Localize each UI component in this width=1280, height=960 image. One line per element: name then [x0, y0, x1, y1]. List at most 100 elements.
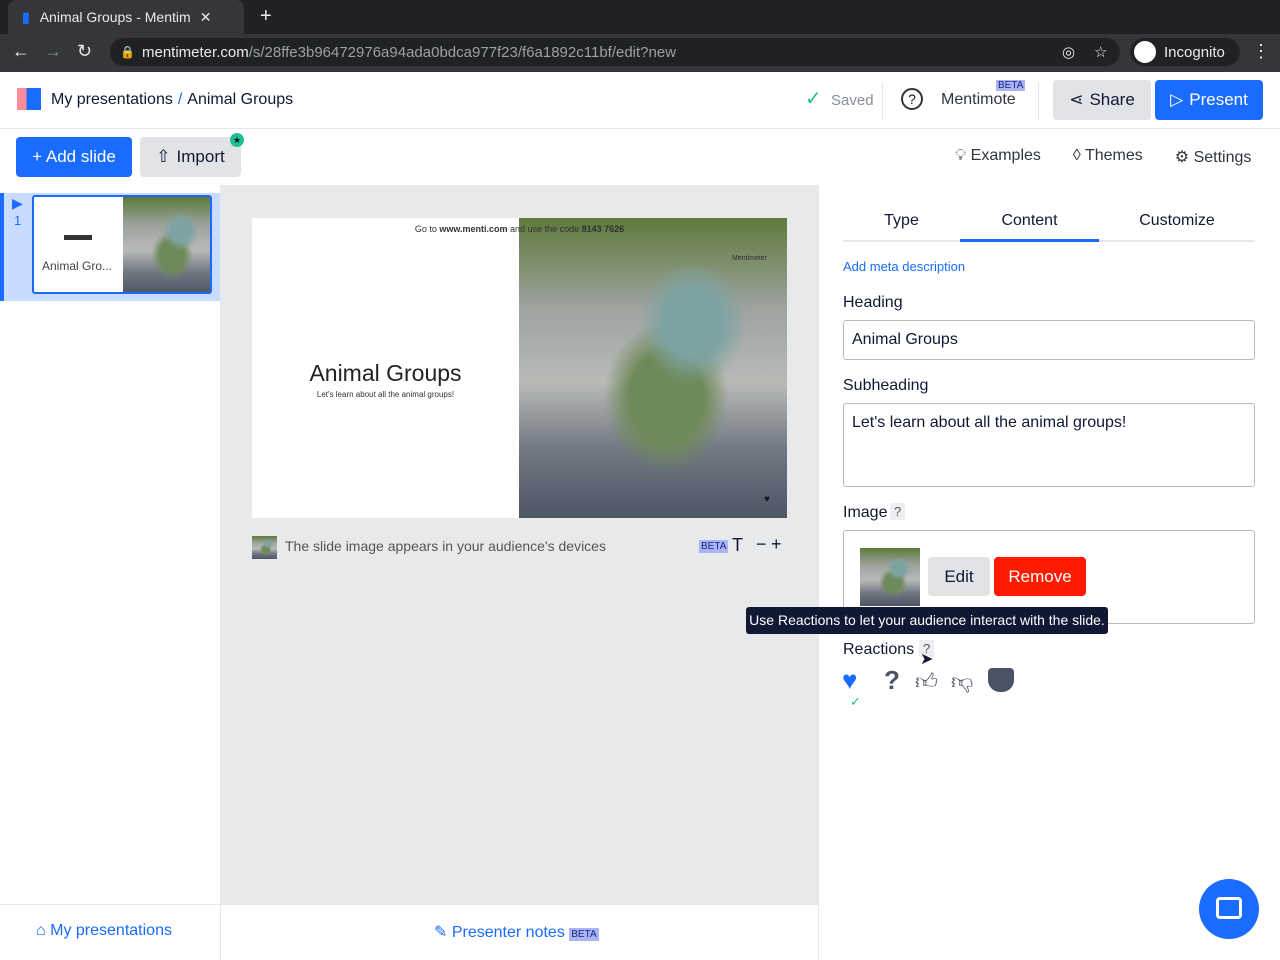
join-instructions: Go to www.menti.com and use the code 814…	[414, 224, 625, 234]
examples-label: Examples	[970, 147, 1041, 164]
back-icon[interactable]: ←	[12, 41, 30, 62]
add-slide-label: + Add slide	[32, 147, 116, 166]
image-help-icon[interactable]: ?	[890, 503, 906, 520]
reload-icon[interactable]: ↻	[77, 41, 92, 62]
tab-customize[interactable]: Customize	[1099, 212, 1255, 230]
pencil-icon: ✎	[434, 924, 448, 941]
beta-badge: BETA	[569, 928, 599, 941]
subheading-value: Let's learn about all the animal groups!	[852, 414, 1127, 431]
tab-title: Animal Groups - Mentimeter	[39, 9, 190, 25]
bookmark-star-icon[interactable]: ☆	[1094, 43, 1107, 61]
url-path: /s/28ffe3b96472976a94ada0bdca977f23/f6a1…	[248, 43, 677, 61]
url-input[interactable]: 🔒 mentimeter.com/s/28ffe3b96472976a94ada…	[110, 38, 1120, 66]
settings-button[interactable]: ⚙ Settings	[1175, 147, 1252, 167]
browser-tab[interactable]: ▮ Animal Groups - Mentimeter ✕	[8, 0, 244, 34]
add-slide-button[interactable]: + Add slide	[16, 137, 132, 177]
presenter-notes-label: Presenter notes	[451, 924, 565, 941]
slide-brand-logo: Mentimeter	[732, 255, 768, 262]
slide-list: ▶ 1 Animal Gro...	[0, 185, 221, 905]
breadcrumb-current: Animal Groups	[187, 91, 294, 108]
chat-support-button[interactable]	[1199, 879, 1259, 939]
tab-type[interactable]: Type	[843, 212, 960, 230]
slide-subheading: Let's learn about all the animal groups!	[316, 390, 455, 399]
thumbs-up-reaction-toggle-icon[interactable]: 👍︎	[915, 668, 938, 695]
new-tab-icon[interactable]: +	[260, 5, 272, 28]
slide-heading: Animal Groups	[309, 360, 462, 386]
reactions-label: Reactions	[843, 641, 915, 658]
zoom-in-icon[interactable]: +	[771, 534, 782, 555]
subheading-textarea[interactable]: Let's learn about all the animal groups!	[843, 403, 1255, 487]
close-tab-icon[interactable]: ✕	[200, 9, 212, 26]
share-label: Share	[1089, 90, 1135, 109]
present-button[interactable]: ▷ Present	[1155, 80, 1263, 120]
tab-content[interactable]: Content	[960, 212, 1099, 230]
play-slide-icon[interactable]: ▶	[12, 195, 23, 212]
edit-image-button[interactable]: Edit	[928, 557, 990, 596]
chat-icon	[1216, 897, 1242, 919]
app-header: My presentations / Animal Groups ✓ Saved…	[0, 72, 1280, 129]
heart-reaction-icon: ♥	[764, 494, 770, 505]
slide-thumb-title: Animal Gro...	[42, 259, 113, 273]
question-reaction-toggle-icon[interactable]: ?	[884, 665, 900, 696]
slide-list-item[interactable]: ▶ 1 Animal Gro...	[0, 193, 220, 301]
tracking-off-icon[interactable]: ◎	[1062, 43, 1075, 61]
saved-check-icon: ✓	[805, 88, 822, 110]
audience-image-note: The slide image appears in your audience…	[285, 538, 606, 554]
incognito-icon	[1134, 41, 1156, 63]
breadcrumb-separator: /	[177, 91, 183, 108]
heart-reaction-toggle-icon[interactable]: ♥	[842, 665, 857, 696]
incognito-badge[interactable]: Incognito	[1130, 38, 1240, 66]
image-thumb-icon	[252, 536, 277, 559]
heading-value: Animal Groups	[852, 331, 958, 348]
help-icon[interactable]: ?	[901, 88, 923, 110]
mentimeter-logo-icon[interactable]	[17, 88, 41, 110]
slide-image	[519, 218, 787, 518]
import-button[interactable]: ⇧ Import	[140, 137, 241, 177]
cat-reaction-toggle-icon[interactable]	[988, 668, 1014, 692]
lock-icon: 🔒	[120, 45, 135, 59]
upload-icon: ⇧	[156, 147, 171, 166]
slide-thumb-image	[123, 197, 210, 292]
heading-input[interactable]: Animal Groups	[843, 320, 1255, 360]
zoom-out-icon[interactable]: −	[756, 534, 767, 555]
slide-preview-area: Go to www.menti.com and use the code 814…	[221, 185, 818, 905]
mentimote-button[interactable]: Mentimote	[941, 91, 1016, 109]
new-star-badge-icon: ★	[230, 133, 244, 147]
my-presentations-label: My presentations	[50, 922, 172, 939]
edit-label: Edit	[944, 566, 974, 586]
thumbs-down-reaction-toggle-icon[interactable]: 👎︎	[951, 668, 973, 695]
incognito-label: Incognito	[1164, 43, 1225, 61]
image-label: Image	[843, 504, 888, 521]
beta-badge: BETA	[996, 80, 1026, 91]
subheading-label: Subheading	[843, 377, 929, 394]
share-button[interactable]: ⋖ Share	[1053, 80, 1151, 120]
add-meta-description-link[interactable]: Add meta description	[843, 259, 965, 274]
slide-canvas[interactable]: Go to www.menti.com and use the code 814…	[252, 218, 787, 518]
present-label: Present	[1189, 90, 1248, 109]
play-icon: ▷	[1170, 90, 1184, 109]
gear-icon: ⚙	[1174, 149, 1190, 166]
slide-number: 1	[14, 213, 22, 228]
import-label: Import	[176, 147, 225, 166]
beta-badge: BETA	[699, 540, 729, 553]
themes-button[interactable]: ◊ Themes	[1073, 147, 1143, 167]
breadcrumb-my-presentations[interactable]: My presentations	[51, 91, 173, 109]
remove-image-button[interactable]: Remove	[994, 557, 1086, 596]
remove-label: Remove	[1008, 566, 1072, 586]
tooltip: Use Reactions to let your audience inter…	[746, 607, 1108, 634]
my-presentations-link[interactable]: ⌂ My presentations	[36, 922, 172, 940]
heart-selected-check-icon: ✓	[850, 694, 861, 709]
breadcrumb: My presentations / Animal Groups	[51, 91, 293, 109]
examples-button[interactable]: 💡︎ Examples	[955, 147, 1041, 167]
browser-menu-icon[interactable]: ⋮	[1252, 41, 1270, 62]
image-preview	[860, 548, 920, 606]
share-icon: ⋖	[1069, 90, 1084, 109]
home-icon: ⌂	[36, 922, 46, 939]
lightbulb-icon: 💡︎	[955, 147, 967, 164]
heading-label: Heading	[843, 294, 903, 311]
presenter-notes-button[interactable]: ✎ Presenter notes BETA	[434, 922, 599, 942]
forward-icon[interactable]: →	[44, 41, 62, 62]
text-size-icon[interactable]: T	[732, 535, 743, 556]
mentimeter-favicon-icon: ▮	[22, 8, 30, 25]
settings-label: Settings	[1193, 149, 1252, 166]
